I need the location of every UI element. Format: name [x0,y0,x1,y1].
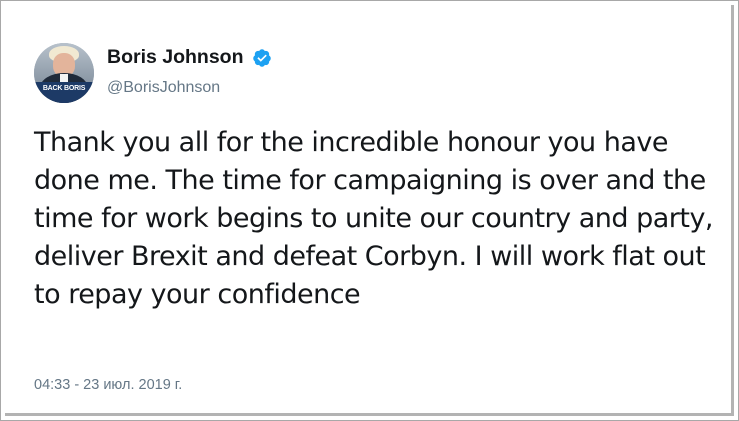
user-handle[interactable]: @BorisJohnson [107,79,220,97]
display-name[interactable]: Boris Johnson [107,46,244,68]
verified-icon [252,48,271,67]
tweet-timestamp[interactable]: 04:33 - 23 июл. 2019 г. [34,377,182,393]
tweet-card: BACK BORIS Boris Johnson @BorisJohnson T… [0,0,739,421]
avatar-badge: BACK BORIS [34,82,94,103]
tweet-text: Thank you all for the incredible honour … [34,127,714,310]
name-row: Boris Johnson [107,46,272,69]
avatar[interactable]: BACK BORIS [34,43,94,103]
